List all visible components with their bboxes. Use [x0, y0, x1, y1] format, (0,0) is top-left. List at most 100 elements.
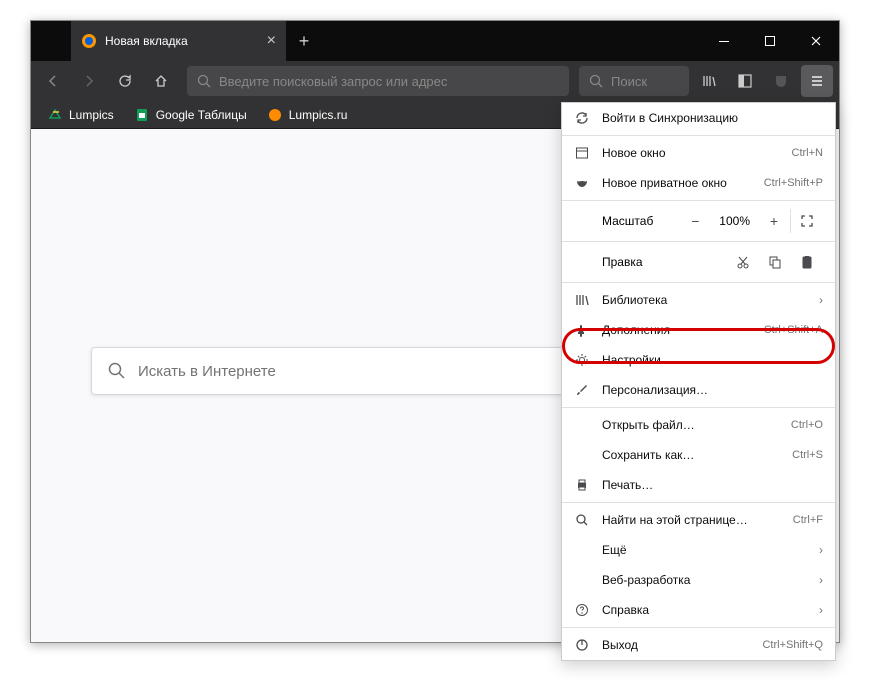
- bookmark-google-sheets[interactable]: Google Таблицы: [126, 105, 255, 125]
- menu-separator: [562, 200, 835, 201]
- menu-addons[interactable]: Дополнения Ctrl+Shift+A: [562, 315, 835, 345]
- window-controls: [701, 21, 839, 61]
- puzzle-icon: [574, 322, 590, 338]
- back-button[interactable]: [37, 65, 69, 97]
- menu-web-developer[interactable]: Веб-разработка ›: [562, 565, 835, 595]
- menu-customize[interactable]: Персонализация…: [562, 375, 835, 405]
- menu-open-file[interactable]: Открыть файл… Ctrl+O: [562, 410, 835, 440]
- blank-icon: [574, 572, 590, 588]
- sheets-icon: [134, 107, 150, 123]
- menu-separator: [562, 627, 835, 628]
- drive-icon: [47, 107, 63, 123]
- menu-new-private-window[interactable]: Новое приватное окно Ctrl+Shift+P: [562, 168, 835, 198]
- print-icon: [574, 477, 590, 493]
- help-icon: [574, 602, 590, 618]
- chevron-right-icon: ›: [819, 543, 823, 557]
- menu-label: Настройки: [602, 353, 823, 367]
- menu-label: Открыть файл…: [602, 418, 791, 432]
- cut-button[interactable]: [727, 249, 759, 275]
- menu-label: Новое окно: [602, 146, 792, 160]
- menu-shortcut: Ctrl+Shift+P: [764, 177, 823, 189]
- paste-button[interactable]: [791, 249, 823, 275]
- bookmark-label: Google Таблицы: [156, 108, 247, 122]
- menu-label: Справка: [602, 603, 819, 617]
- zoom-value: 100%: [711, 214, 758, 228]
- menu-separator: [562, 407, 835, 408]
- menu-settings[interactable]: Настройки: [562, 345, 835, 375]
- mask-icon: [574, 175, 590, 191]
- sidebar-button[interactable]: [729, 65, 761, 97]
- menu-print[interactable]: Печать…: [562, 470, 835, 500]
- menu-library[interactable]: Библиотека ›: [562, 285, 835, 315]
- zoom-in-button[interactable]: +: [758, 208, 790, 234]
- bookmark-label: Lumpics.ru: [289, 108, 348, 122]
- lumpics-icon: [267, 107, 283, 123]
- brush-icon: [574, 382, 590, 398]
- menu-shortcut: Ctrl+Shift+A: [764, 324, 823, 336]
- menu-label: Веб-разработка: [602, 573, 819, 587]
- menu-label: Персонализация…: [602, 383, 823, 397]
- menu-save-as[interactable]: Сохранить как… Ctrl+S: [562, 440, 835, 470]
- firefox-favicon: [81, 33, 97, 49]
- menu-sync[interactable]: Войти в Синхронизацию: [562, 103, 835, 133]
- menu-new-window[interactable]: Новое окно Ctrl+N: [562, 138, 835, 168]
- forward-button[interactable]: [73, 65, 105, 97]
- menu-shortcut: Ctrl+O: [791, 419, 823, 431]
- reload-button[interactable]: [109, 65, 141, 97]
- menu-label: Выход: [602, 638, 762, 652]
- menu-help[interactable]: Справка ›: [562, 595, 835, 625]
- bookmark-lumpics[interactable]: Lumpics: [39, 105, 122, 125]
- search-icon: [574, 512, 590, 528]
- gear-icon: [574, 352, 590, 368]
- copy-button[interactable]: [759, 249, 791, 275]
- chevron-right-icon: ›: [819, 603, 823, 617]
- library-icon: [574, 292, 590, 308]
- search-icon: [108, 362, 126, 380]
- search-bar[interactable]: Поиск: [579, 66, 689, 96]
- power-icon: [574, 637, 590, 653]
- menu-shortcut: Ctrl+N: [792, 147, 823, 159]
- fullscreen-button[interactable]: [791, 208, 823, 234]
- menu-exit[interactable]: Выход Ctrl+Shift+Q: [562, 630, 835, 660]
- application-menu: Войти в Синхронизацию Новое окно Ctrl+N …: [561, 102, 836, 661]
- home-search-placeholder: Искать в Интернете: [138, 363, 276, 380]
- tab-title: Новая вкладка: [105, 34, 188, 48]
- library-button[interactable]: [693, 65, 725, 97]
- menu-label: Печать…: [602, 478, 823, 492]
- home-button[interactable]: [145, 65, 177, 97]
- blank-icon: [574, 542, 590, 558]
- sync-icon: [574, 110, 590, 126]
- menu-find[interactable]: Найти на этой странице… Ctrl+F: [562, 505, 835, 535]
- tab-active[interactable]: Новая вкладка ×: [71, 21, 286, 61]
- new-tab-button[interactable]: +: [286, 21, 322, 61]
- menu-label: Библиотека: [602, 293, 819, 307]
- chevron-right-icon: ›: [819, 293, 823, 307]
- zoom-label: Масштаб: [574, 214, 679, 228]
- chevron-right-icon: ›: [819, 573, 823, 587]
- menu-edit-row: Правка: [562, 244, 835, 280]
- bookmark-label: Lumpics: [69, 108, 114, 122]
- menu-shortcut: Ctrl+Shift+Q: [762, 639, 823, 651]
- blank-icon: [574, 447, 590, 463]
- zoom-out-button[interactable]: −: [679, 208, 711, 234]
- menu-more[interactable]: Ещё ›: [562, 535, 835, 565]
- menu-label: Войти в Синхронизацию: [602, 111, 823, 125]
- bookmark-lumpics-ru[interactable]: Lumpics.ru: [259, 105, 356, 125]
- titlebar: Новая вкладка × +: [31, 21, 839, 61]
- menu-separator: [562, 502, 835, 503]
- blank-icon: [574, 417, 590, 433]
- tab-close-icon[interactable]: ×: [267, 32, 276, 50]
- close-window-button[interactable]: [793, 21, 839, 61]
- hamburger-menu-button[interactable]: [801, 65, 833, 97]
- menu-shortcut: Ctrl+S: [792, 449, 823, 461]
- maximize-button[interactable]: [747, 21, 793, 61]
- menu-label: Дополнения: [602, 323, 764, 337]
- search-placeholder: Поиск: [611, 74, 647, 89]
- menu-label: Найти на этой странице…: [602, 513, 793, 527]
- menu-zoom-row: Масштаб − 100% +: [562, 203, 835, 239]
- menu-separator: [562, 241, 835, 242]
- ublock-icon[interactable]: [765, 65, 797, 97]
- window-icon: [574, 145, 590, 161]
- minimize-button[interactable]: [701, 21, 747, 61]
- address-bar[interactable]: Введите поисковый запрос или адрес: [187, 66, 569, 96]
